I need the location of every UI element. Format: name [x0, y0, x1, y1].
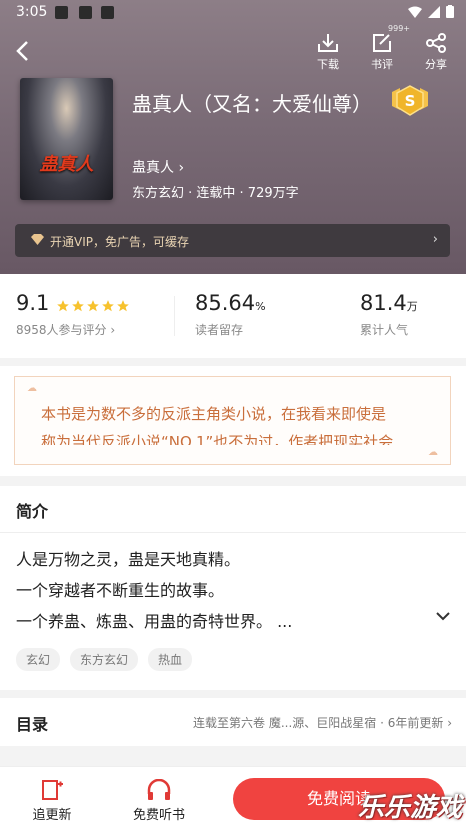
vip-banner-text: 开通VIP，免广告，可缓存	[50, 235, 189, 249]
chevron-right-icon: ›	[432, 232, 438, 247]
battery-icon	[446, 5, 454, 18]
book-cover[interactable]: 蛊真人	[20, 78, 113, 200]
header-actions: 下载 999+ 书评 分享	[312, 24, 452, 72]
divider	[0, 532, 466, 533]
book-meta: 东方玄幻 · 连载中 · 729万字	[132, 186, 299, 201]
back-icon[interactable]	[12, 38, 34, 64]
tag-chip[interactable]: 热血	[148, 648, 193, 671]
quote-line: 本书是为数不多的反派主角类小说，在我看来即使是	[41, 405, 387, 423]
divider	[174, 296, 175, 336]
download-icon	[318, 34, 338, 52]
cloud-decoration-icon: ☁	[27, 383, 37, 394]
headphones-icon	[147, 779, 171, 800]
notification-icon	[79, 6, 92, 19]
watermark-logo: 乐乐游戏	[357, 793, 462, 823]
wifi-icon	[408, 6, 422, 18]
cover-title: 蛊真人	[39, 154, 94, 175]
synopsis-section: 简介 人是万物之灵，蛊是天地真精。 一个穿越者不断重生的故事。 一个养蛊、炼蛊、…	[0, 486, 466, 690]
book-title: 蛊真人（又名：大爱仙尊）	[132, 92, 372, 116]
review-count-badge: 999+	[388, 24, 410, 33]
recommendation-quote[interactable]: ☁ 本书是为数不多的反派主角类小说，在我看来即使是 称为当代反派小说“NO.1”…	[0, 366, 466, 476]
review-label: 书评	[371, 58, 393, 71]
synopsis-line: 人是万物之灵，蛊是天地真精。	[16, 550, 241, 569]
tag-chip[interactable]: 东方玄幻	[70, 648, 139, 671]
svg-text:S: S	[405, 92, 416, 110]
retention-stat: 85.64% 读者留存	[195, 291, 266, 338]
share-label: 分享	[425, 58, 447, 71]
quote-box: ☁ 本书是为数不多的反派主角类小说，在我看来即使是 称为当代反派小说“NO.1”…	[14, 376, 451, 465]
chevron-down-icon[interactable]	[436, 611, 450, 621]
follow-button[interactable]: 追更新	[12, 779, 92, 823]
retention-unit: %	[255, 300, 266, 313]
status-icons	[408, 5, 454, 18]
star-rating	[56, 299, 130, 313]
star-icon	[57, 300, 69, 312]
listen-label: 免费听书	[132, 808, 185, 823]
diamond-icon	[31, 234, 44, 245]
tag-list: 玄幻 东方玄幻 热血	[16, 648, 193, 671]
add-bookshelf-icon	[42, 780, 63, 800]
status-time: 3:05	[16, 4, 48, 20]
signal-icon	[428, 5, 440, 18]
cloud-decoration-icon: ☁	[428, 447, 438, 458]
star-icon	[102, 300, 114, 312]
watermark-url: www.6ll.com	[403, 820, 448, 828]
synopsis-line: 一个养蛊、炼蛊、用蛊的奇特世界。 ...	[16, 612, 293, 631]
tag-chip[interactable]: 玄幻	[16, 648, 61, 671]
notification-icon	[55, 6, 68, 19]
author-name: 蛊真人	[132, 160, 174, 176]
rating-stats: 9.1 8958人参与评分 › 85.64% 读者留存 81.4万 累计人气	[0, 274, 466, 358]
download-button[interactable]: 下载	[312, 32, 344, 72]
review-button[interactable]: 999+ 书评	[366, 24, 410, 72]
popularity-unit: 万	[406, 300, 418, 313]
catalog-latest: 连载至第六卷 魔...源、巨阳战星宿 · 6年前更新 ›	[193, 716, 452, 730]
notification-icon	[101, 6, 114, 19]
star-icon	[117, 300, 129, 312]
synopsis-heading: 简介	[16, 502, 49, 521]
follow-label: 追更新	[32, 808, 72, 823]
popularity-stat: 81.4万 累计人气	[360, 291, 418, 338]
quote-line: 称为当代反派小说“NO.1”也不为过，作者把现实社会...	[41, 433, 408, 445]
catalog-row[interactable]: 目录 连载至第六卷 魔...源、巨阳战星宿 · 6年前更新 ›	[0, 698, 466, 746]
book-header: 3:05 下载 999+ 书评 分享 蛊真人 蛊真人（又名：大爱仙尊） S 蛊真…	[0, 0, 466, 274]
listen-button[interactable]: 免费听书	[119, 779, 199, 823]
catalog-heading: 目录	[16, 715, 49, 734]
retention-label: 读者留存	[195, 323, 244, 337]
share-icon	[426, 33, 446, 53]
author-link[interactable]: 蛊真人 ›	[132, 157, 184, 177]
star-icon	[72, 300, 84, 312]
download-label: 下载	[317, 58, 339, 71]
vip-banner[interactable]: 开通VIP，免广告，可缓存 ›	[15, 224, 450, 257]
retention-value: 85.64	[195, 291, 256, 315]
status-bar: 3:05	[0, 0, 466, 26]
edit-icon	[373, 34, 391, 52]
star-icon	[87, 300, 99, 312]
popularity-label: 累计人气	[360, 323, 409, 337]
share-button[interactable]: 分享	[420, 32, 452, 72]
s-rank-badge-icon: S	[392, 85, 428, 116]
score-label: 8958人参与评分 ›	[16, 323, 116, 337]
synopsis-line: 一个穿越者不断重生的故事。	[16, 581, 225, 600]
bottom-action-bar: 追更新 免费听书 免费阅读 乐乐游戏 www.6ll.com	[0, 766, 466, 830]
popularity-value: 81.4	[360, 291, 407, 315]
